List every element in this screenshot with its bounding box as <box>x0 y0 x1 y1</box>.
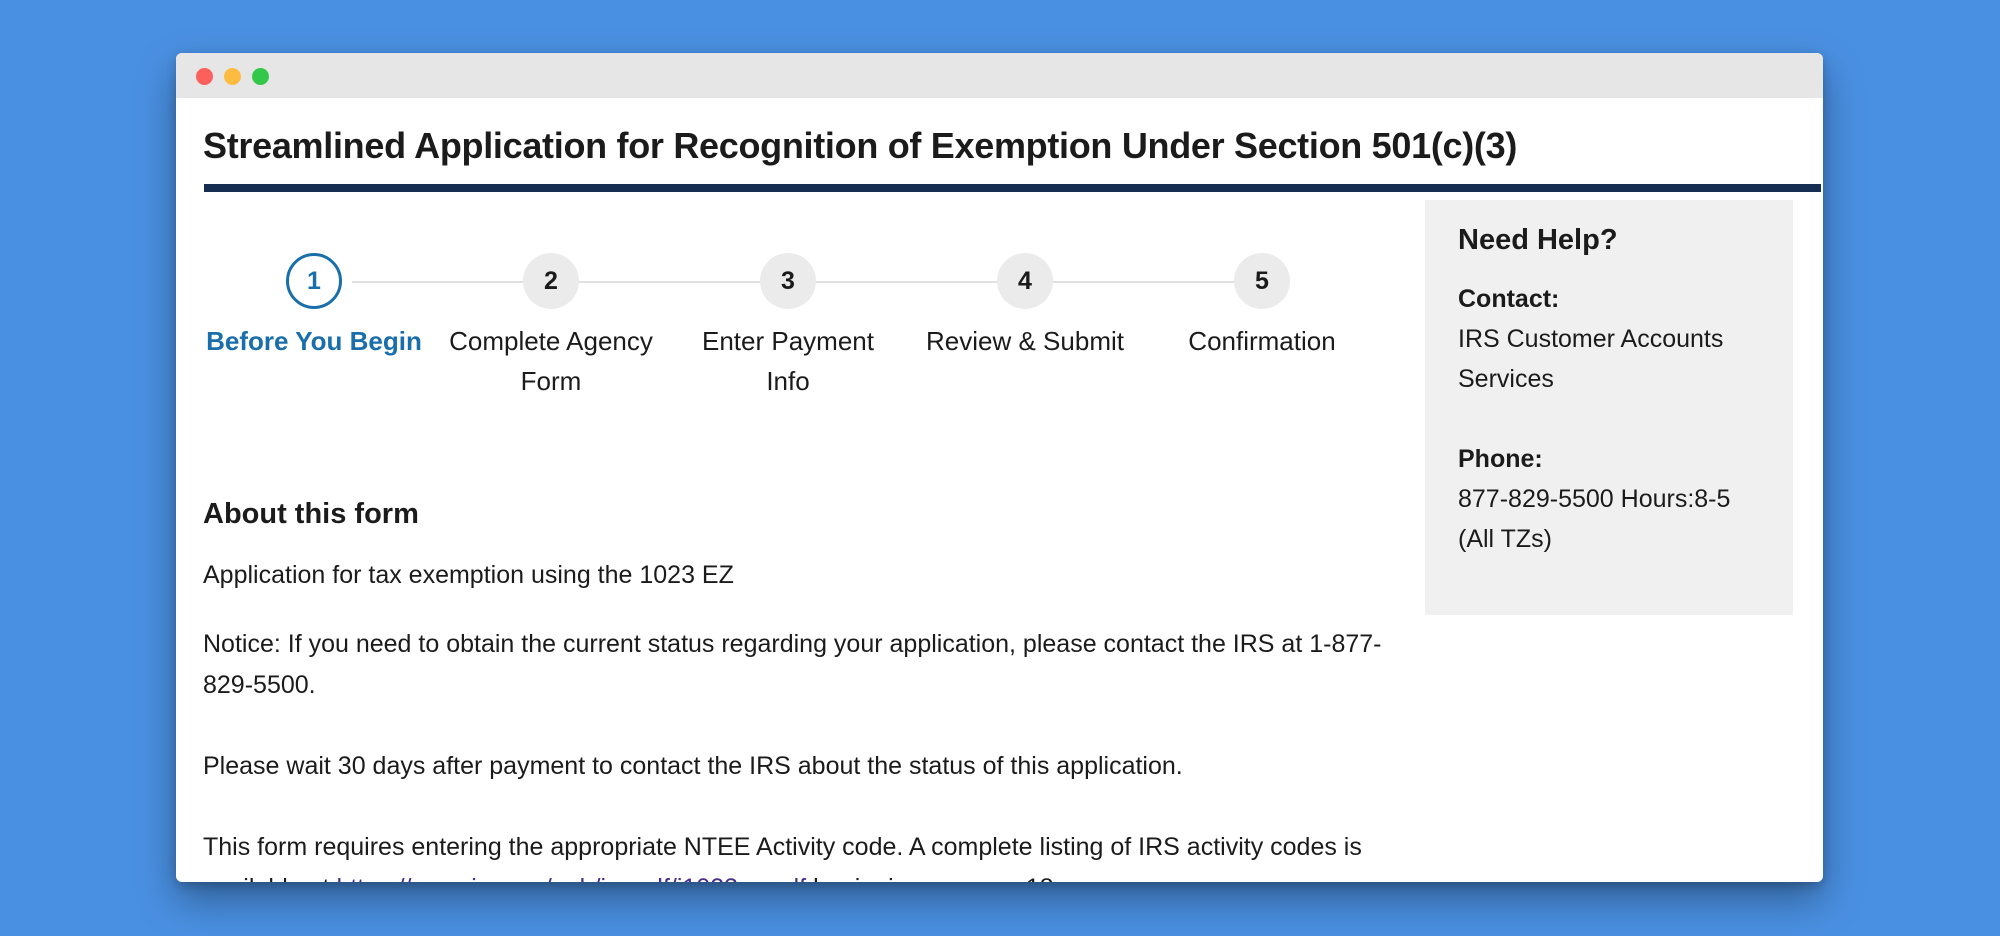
step-number-circle: 3 <box>760 253 816 309</box>
progress-stepper: 1 Before You Begin 2 Complete Agency For… <box>204 253 1392 403</box>
window-titlebar <box>176 53 1823 98</box>
step-number-circle: 2 <box>523 253 579 309</box>
page-title: Streamlined Application for Recognition … <box>203 125 1518 166</box>
minimize-dot-icon[interactable] <box>224 68 241 85</box>
step-label: Complete Agency Form <box>449 326 653 396</box>
maximize-dot-icon[interactable] <box>252 68 269 85</box>
step-review-submit[interactable]: 4 Review & Submit <box>915 253 1135 361</box>
step-label: Review & Submit <box>926 326 1124 356</box>
step-number-circle: 5 <box>1234 253 1290 309</box>
step-number-circle: 1 <box>286 253 342 309</box>
irs-pdf-link[interactable]: https://www.irs.gov/pub/irs-pdf/i1023ez.… <box>336 874 806 882</box>
browser-window: Streamlined Application for Recognition … <box>176 53 1823 882</box>
wait-notice: Please wait 30 days after payment to con… <box>203 752 1183 780</box>
section-heading: About this form <box>203 498 419 530</box>
contact-value: IRS Customer Accounts Services <box>1458 325 1724 393</box>
step-label: Before You Begin <box>206 326 422 356</box>
phone-label: Phone: <box>1458 445 1543 473</box>
step-confirmation[interactable]: 5 Confirmation <box>1152 253 1372 361</box>
ntee-text-after: beginning on page 18. <box>806 874 1060 882</box>
step-enter-payment-info[interactable]: 3 Enter Payment Info <box>678 253 898 401</box>
help-title: Need Help? <box>1458 224 1618 256</box>
title-divider <box>204 184 1821 192</box>
step-complete-agency-form[interactable]: 2 Complete Agency Form <box>441 253 661 401</box>
contact-label: Contact: <box>1458 285 1560 313</box>
step-before-you-begin[interactable]: 1 Before You Begin <box>204 253 424 361</box>
form-description: Application for tax exemption using the … <box>203 561 734 589</box>
close-dot-icon[interactable] <box>196 68 213 85</box>
step-label: Confirmation <box>1188 326 1336 356</box>
ntee-paragraph: This form requires entering the appropri… <box>203 827 1393 882</box>
step-number-circle: 4 <box>997 253 1053 309</box>
help-sidebar: Need Help? Contact: IRS Customer Account… <box>1425 200 1793 615</box>
step-label: Enter Payment Info <box>702 326 874 396</box>
phone-value: 877-829-5500 Hours:8-5 (All TZs) <box>1458 485 1731 553</box>
status-notice: Notice: If you need to obtain the curren… <box>203 630 1382 699</box>
about-form-section: About this form Application for tax exem… <box>203 498 1393 882</box>
